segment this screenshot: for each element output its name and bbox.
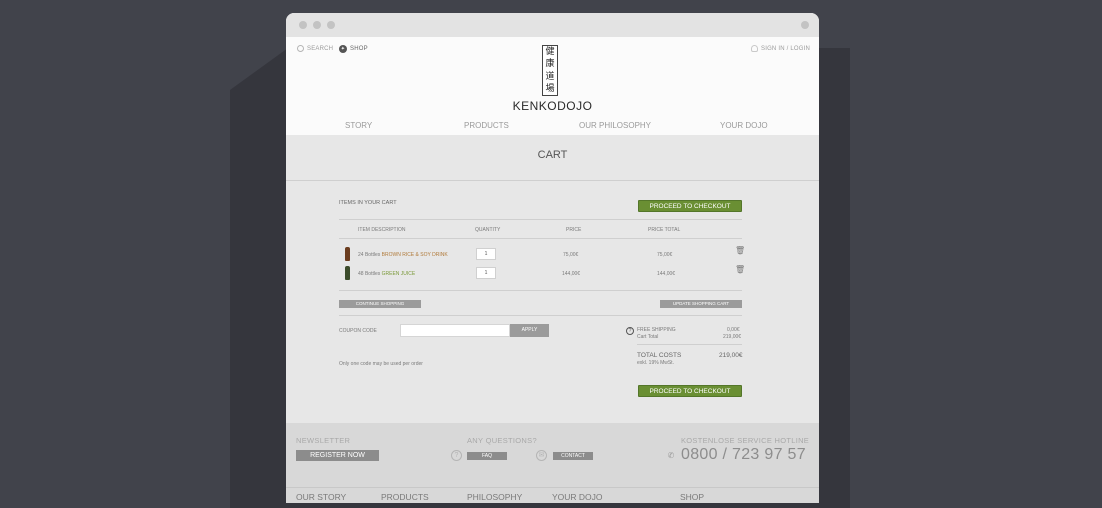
item-qty-prefix: 48 Bottles (358, 271, 381, 277)
logo-kanji: 健 (545, 47, 555, 58)
logo-kanji: 道 (545, 71, 555, 82)
window-dot-icon (801, 21, 809, 29)
item-price: 144,00€ (562, 271, 581, 277)
trash-icon[interactable]: 🗑 (735, 246, 745, 255)
nav-story[interactable]: STORY (345, 121, 372, 130)
quantity-input[interactable]: 1 (476, 267, 496, 279)
questions-heading: ANY QUESTIONS? (467, 436, 537, 445)
item-product-name[interactable]: GREEN JUICE (382, 271, 416, 277)
divider (339, 219, 742, 220)
contact-button[interactable]: CONTACT (553, 452, 593, 460)
register-now-button[interactable]: REGISTER NOW (296, 450, 379, 461)
logo-text[interactable]: KENKODOJO (286, 99, 819, 113)
product-bottle-icon (345, 247, 350, 261)
logo-kanji-seal[interactable]: 健 康 道 場 (542, 45, 558, 96)
item-description[interactable]: 24 Bottles BROWN RICE & SOY DRINK (358, 252, 448, 258)
item-description[interactable]: 48 Bottles GREEN JUICE (358, 271, 415, 277)
page-title: CART (537, 149, 568, 161)
nav-your-dojo[interactable]: YOUR DOJO (720, 121, 768, 130)
item-qty-prefix: 24 Bottles (358, 252, 381, 258)
item-total: 75,00€ (657, 252, 673, 258)
quantity-input[interactable]: 1 (476, 248, 496, 260)
item-product-name[interactable]: BROWN RICE & SOY DRINK (382, 252, 448, 258)
free-shipping-value: 0,00€ (727, 327, 740, 333)
logo-kanji: 康 (545, 59, 555, 70)
browser-window: SEARCH ✦ SHOP SIGN IN / LOGIN 健 康 道 場 KE… (286, 13, 819, 503)
column-header: ITEM DESCRIPTION (358, 227, 406, 233)
cart-total-label: Cart Total (637, 334, 659, 340)
browser-titlebar (286, 13, 819, 37)
nav-products[interactable]: PRODUCTS (464, 121, 509, 130)
total-costs-label: TOTAL COSTS (637, 352, 682, 359)
continue-shopping-button[interactable]: CONTINUE SHOPPING (339, 300, 421, 308)
window-dot-icon[interactable] (299, 21, 307, 29)
total-costs-value: 219,00€ (719, 352, 743, 359)
column-header: PRICE (566, 227, 582, 233)
item-price: 75,00€ (563, 252, 579, 258)
window-dot-icon[interactable] (313, 21, 321, 29)
phone-icon: ✆ (667, 451, 675, 460)
free-shipping-label: FREE SHIPPING (637, 327, 676, 333)
signin-link[interactable]: SIGN IN / LOGIN (751, 45, 810, 52)
divider (286, 180, 819, 181)
shop-label: SHOP (350, 46, 368, 52)
divider (286, 487, 819, 488)
newsletter-heading: NEWSLETTER (296, 436, 351, 445)
trash-icon[interactable]: 🗑 (735, 265, 745, 274)
footer-nav-your-dojo[interactable]: YOUR DOJO (552, 492, 603, 502)
proceed-to-checkout-button[interactable]: PROCEED TO CHECKOUT (638, 385, 742, 397)
hotline-number[interactable]: 0800 / 723 97 57 (681, 446, 806, 464)
product-bottle-icon (345, 266, 350, 280)
column-header: QUANTITY (475, 227, 501, 233)
contact-icon: ✉ (536, 450, 547, 461)
faq-button[interactable]: FAQ (467, 452, 507, 460)
window-dot-icon[interactable] (327, 21, 335, 29)
nav-our-philosophy[interactable]: OUR PHILOSOPHY (579, 121, 651, 130)
divider (339, 315, 742, 316)
search-icon (297, 45, 304, 52)
apply-coupon-button[interactable]: APPLY (510, 324, 549, 337)
footer-nav-shop[interactable]: SHOP (680, 492, 704, 502)
site-footer: NEWSLETTER REGISTER NOW ANY QUESTIONS? ?… (286, 423, 819, 503)
cart-main: CART ITEMS IN YOUR CART PROCEED TO CHECK… (286, 135, 819, 423)
item-total: 144,00€ (657, 271, 676, 277)
user-icon (751, 45, 758, 52)
footer-nav-products[interactable]: PRODUCTS (381, 492, 429, 502)
footer-nav-philosophy[interactable]: PHILOSOPHY (467, 492, 522, 502)
hotline-heading: KOSTENLOSE SERVICE HOTLINE (681, 436, 810, 445)
cart-total-value: 219,00€ (723, 334, 742, 340)
search-label: SEARCH (307, 45, 334, 52)
vat-note: exkl. 19% MwSt. (637, 360, 674, 366)
coupon-input[interactable] (400, 324, 510, 337)
column-header: PRICE TOTAL (648, 227, 681, 233)
signin-label: SIGN IN / LOGIN (761, 45, 811, 52)
shop-icon: ✦ (339, 45, 347, 53)
proceed-to-checkout-button[interactable]: PROCEED TO CHECKOUT (638, 200, 742, 212)
divider (339, 238, 742, 239)
shop-link[interactable]: ✦ SHOP (339, 45, 368, 53)
coupon-note: Only one code may be used per order (339, 361, 423, 367)
footer-nav-our-story[interactable]: OUR STORY (296, 492, 346, 502)
search-link[interactable]: SEARCH (297, 45, 333, 52)
items-heading: ITEMS IN YOUR CART (339, 200, 397, 206)
divider (339, 290, 742, 291)
logo-kanji: 場 (545, 83, 555, 94)
help-icon[interactable]: ? (626, 327, 634, 335)
faq-icon: ? (451, 450, 462, 461)
coupon-label: COUPON CODE (339, 328, 377, 334)
divider (637, 344, 742, 345)
update-cart-button[interactable]: UPDATE SHOPPING CART (660, 300, 742, 308)
